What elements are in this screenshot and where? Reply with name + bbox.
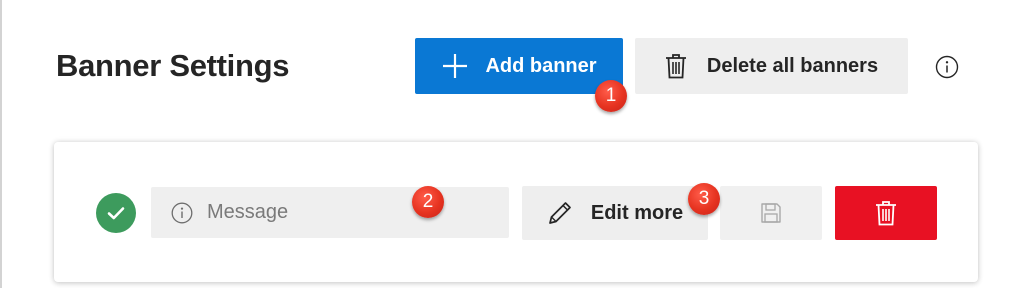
add-banner-label: Add banner	[485, 54, 597, 77]
plus-icon	[443, 54, 468, 78]
check-icon	[107, 207, 125, 220]
info-icon[interactable]	[935, 55, 959, 79]
edit-more-button[interactable]: Edit more	[522, 186, 708, 240]
banner-settings-panel: Banner Settings Add banner Delete all ba…	[0, 0, 1024, 288]
trash-icon	[665, 54, 686, 79]
add-banner-button[interactable]: Add banner	[415, 38, 623, 94]
edit-more-label: Edit more	[590, 201, 684, 224]
trash-icon	[876, 201, 896, 226]
save-button[interactable]	[720, 186, 822, 240]
annotation-badge-1: 1	[595, 80, 627, 112]
message-field[interactable]	[151, 187, 509, 238]
delete-banner-button[interactable]	[835, 186, 937, 240]
delete-all-banners-button[interactable]: Delete all banners	[635, 38, 908, 94]
annotation-badge-3: 3	[688, 183, 720, 215]
status-indicator	[96, 193, 136, 233]
annotation-badge-2: 2	[412, 186, 444, 218]
page-title: Banner Settings	[56, 48, 290, 83]
delete-all-banners-label: Delete all banners	[706, 54, 879, 77]
save-icon	[761, 203, 781, 223]
pencil-icon	[549, 202, 571, 224]
info-icon	[171, 202, 193, 223]
